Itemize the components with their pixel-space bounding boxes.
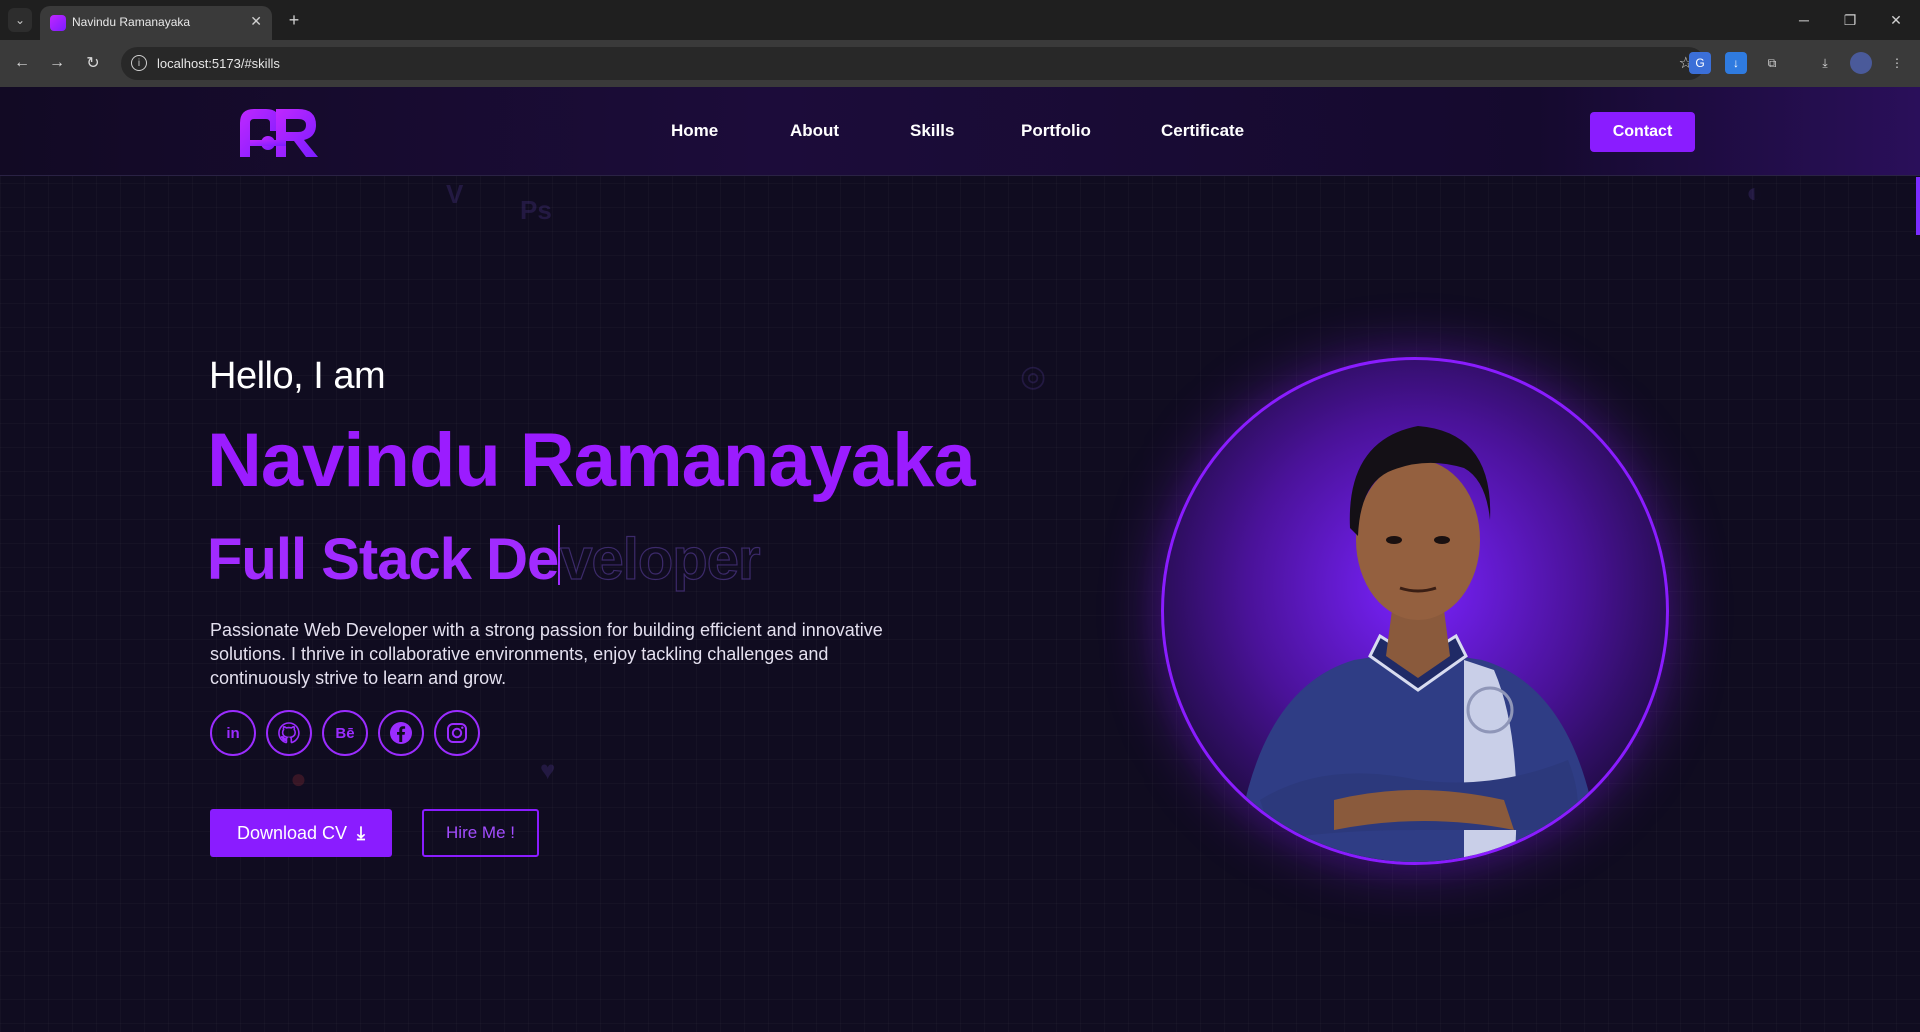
hero-description: Passionate Web Developer with a strong p… [210, 620, 883, 688]
browser-menu-icon[interactable]: ⋮ [1886, 52, 1908, 74]
facebook-icon[interactable] [378, 710, 424, 756]
browser-tab-bar: ⌄ Navindu Ramanayaka ✕ + ─ ❐ ✕ [0, 0, 1920, 40]
portfolio-page: V Ps ◎ ◐ ● ♥ Home About Skills Portfolio… [0, 87, 1920, 1032]
tab-title: Navindu Ramanayaka [72, 15, 191, 29]
download-cv-button[interactable]: Download CV ⤓ [210, 809, 392, 857]
browser-toolbar: ← → ↻ i localhost:5173/#skills ☆ G ↓ ⧉ ⤓… [0, 40, 1920, 87]
nav-skills[interactable]: Skills [910, 121, 954, 141]
tab-search-button[interactable]: ⌄ [8, 8, 32, 32]
back-button[interactable]: ← [9, 50, 35, 76]
role-ghost-text: veloper [560, 526, 762, 592]
nav-portfolio[interactable]: Portfolio [1021, 121, 1091, 141]
bg-vue-icon: V [446, 179, 464, 209]
linkedin-icon[interactable]: in [210, 710, 256, 756]
bg-swift-icon: ● [290, 763, 307, 794]
tab-favicon-icon [50, 15, 66, 31]
social-links: in Bē [210, 710, 480, 756]
bg-photoshop-icon: Ps [520, 195, 552, 225]
download-arrow-icon: ⤓ [357, 822, 366, 843]
address-url[interactable]: localhost:5173/#skills [157, 56, 280, 71]
hero-role: Full Stack Developer [207, 525, 762, 593]
site-navbar: Home About Skills Portfolio Certificate … [0, 87, 1920, 176]
role-typed-text: Full Stack De [207, 527, 559, 592]
behance-icon[interactable]: Bē [322, 710, 368, 756]
forward-button[interactable]: → [44, 50, 70, 76]
extensions-puzzle-icon[interactable]: ⧉ [1761, 52, 1783, 74]
contact-button[interactable]: Contact [1590, 112, 1695, 152]
hero-name: Navindu Ramanayaka [207, 418, 976, 503]
new-tab-button[interactable]: + [282, 8, 306, 32]
person-illustration [1234, 426, 1602, 862]
bg-laravel-icon: ♥ [540, 755, 556, 785]
bg-github-icon: ◎ [1020, 360, 1047, 393]
nav-home[interactable]: Home [671, 121, 718, 141]
nav-about[interactable]: About [790, 121, 839, 141]
download-extension-icon[interactable]: ↓ [1725, 52, 1747, 74]
hire-me-button[interactable]: Hire Me ! [422, 809, 539, 857]
address-bar[interactable]: i localhost:5173/#skills ☆ [121, 47, 1705, 80]
tab-close-icon[interactable]: ✕ [250, 13, 262, 30]
translate-extension-icon[interactable]: G [1689, 52, 1711, 74]
nav-certificate[interactable]: Certificate [1161, 121, 1244, 141]
profile-photo [1161, 357, 1669, 865]
browser-tab[interactable]: Navindu Ramanayaka ✕ [40, 6, 272, 40]
restore-button[interactable]: ❐ [1830, 8, 1870, 32]
scroll-indicator[interactable] [1916, 177, 1920, 235]
bg-brand-icon: ◐ [1746, 177, 1763, 208]
greeting-text: Hello, I am [209, 355, 386, 397]
download-cv-label: Download CV [236, 822, 348, 843]
profile-avatar-icon[interactable] [1850, 52, 1872, 74]
site-info-icon[interactable]: i [131, 55, 147, 71]
site-logo[interactable] [236, 105, 320, 159]
window-close-button[interactable]: ✕ [1876, 8, 1916, 32]
github-icon[interactable] [266, 710, 312, 756]
instagram-icon[interactable] [434, 710, 480, 756]
downloads-icon[interactable]: ⤓ [1814, 52, 1836, 74]
reload-button[interactable]: ↻ [80, 50, 106, 76]
minimize-button[interactable]: ─ [1784, 8, 1824, 32]
